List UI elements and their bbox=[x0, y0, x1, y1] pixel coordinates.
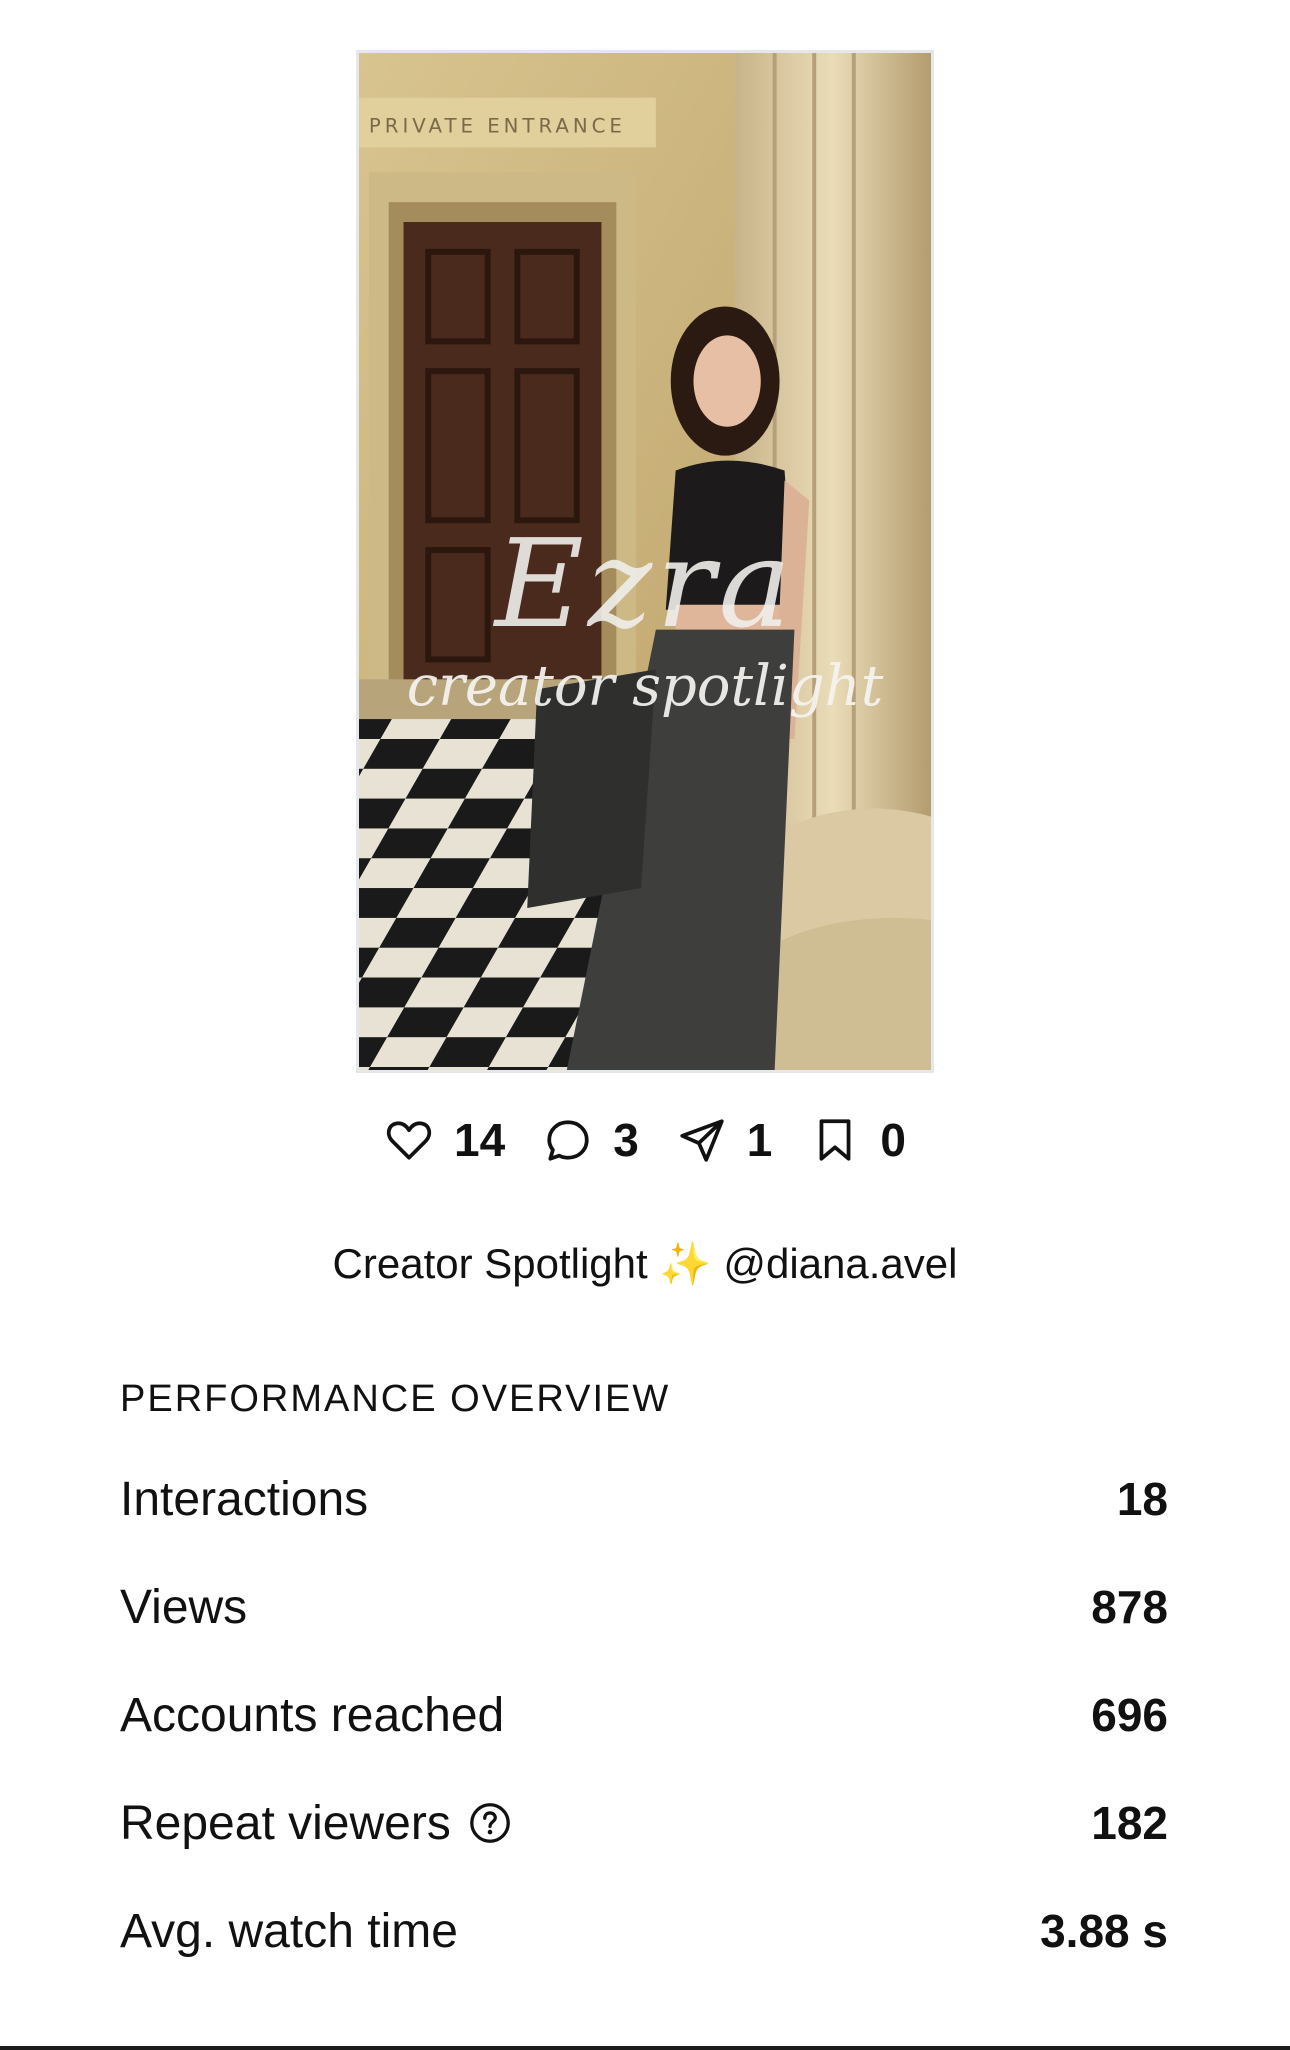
post-media-thumbnail[interactable]: PRIVATE ENTRANCE Ezra creator spotlight bbox=[356, 50, 934, 1073]
metric-value: 878 bbox=[1091, 1581, 1168, 1633]
metric-label-group: Repeat viewers bbox=[120, 1796, 513, 1851]
metric-value: 696 bbox=[1091, 1689, 1168, 1741]
metric-row-views[interactable]: Views 878 bbox=[120, 1553, 1168, 1661]
metric-value: 3.88 s bbox=[1040, 1905, 1168, 1957]
help-circle-icon[interactable] bbox=[467, 1800, 513, 1846]
sign-text: PRIVATE ENTRANCE bbox=[369, 114, 626, 137]
comments-count: 3 bbox=[613, 1114, 639, 1166]
saves-count: 0 bbox=[880, 1114, 906, 1166]
metric-label: Accounts reached bbox=[120, 1688, 505, 1742]
likes-count: 14 bbox=[454, 1114, 506, 1166]
heart-icon bbox=[384, 1115, 434, 1165]
metric-row-avg-watch-time[interactable]: Avg. watch time 3.88 s bbox=[120, 1877, 1168, 1985]
metric-label: Views bbox=[120, 1580, 248, 1634]
engagement-stats: 14 3 1 0 bbox=[0, 1105, 1290, 1175]
shares-stat[interactable]: 1 bbox=[677, 1113, 773, 1167]
bottom-divider bbox=[0, 2046, 1290, 2050]
saves-stat[interactable]: 0 bbox=[810, 1113, 906, 1167]
comment-icon bbox=[543, 1115, 593, 1165]
comments-stat[interactable]: 3 bbox=[543, 1113, 639, 1167]
overlay-title: Ezra bbox=[494, 513, 796, 655]
metric-label: Repeat viewers bbox=[120, 1796, 451, 1850]
metric-value: 18 bbox=[1116, 1473, 1168, 1525]
metric-label: Interactions bbox=[120, 1472, 369, 1526]
paper-plane-icon bbox=[677, 1115, 727, 1165]
performance-metrics: Interactions 18 Views 878 Accounts reach… bbox=[120, 1445, 1168, 1985]
bookmark-icon bbox=[810, 1115, 860, 1165]
shares-count: 1 bbox=[746, 1114, 773, 1166]
metric-row-repeat-viewers[interactable]: Repeat viewers 182 bbox=[120, 1769, 1168, 1877]
overlay-subtitle: creator spotlight bbox=[406, 654, 884, 719]
metric-label: Avg. watch time bbox=[120, 1904, 458, 1958]
likes-stat[interactable]: 14 bbox=[384, 1113, 505, 1167]
performance-heading: PERFORMANCE OVERVIEW bbox=[120, 1378, 671, 1420]
metric-row-accounts-reached[interactable]: Accounts reached 696 bbox=[120, 1661, 1168, 1769]
metric-row-interactions[interactable]: Interactions 18 bbox=[120, 1445, 1168, 1553]
post-caption: Creator Spotlight ✨ @diana.avel bbox=[332, 1240, 958, 1287]
metric-value: 182 bbox=[1091, 1797, 1168, 1849]
